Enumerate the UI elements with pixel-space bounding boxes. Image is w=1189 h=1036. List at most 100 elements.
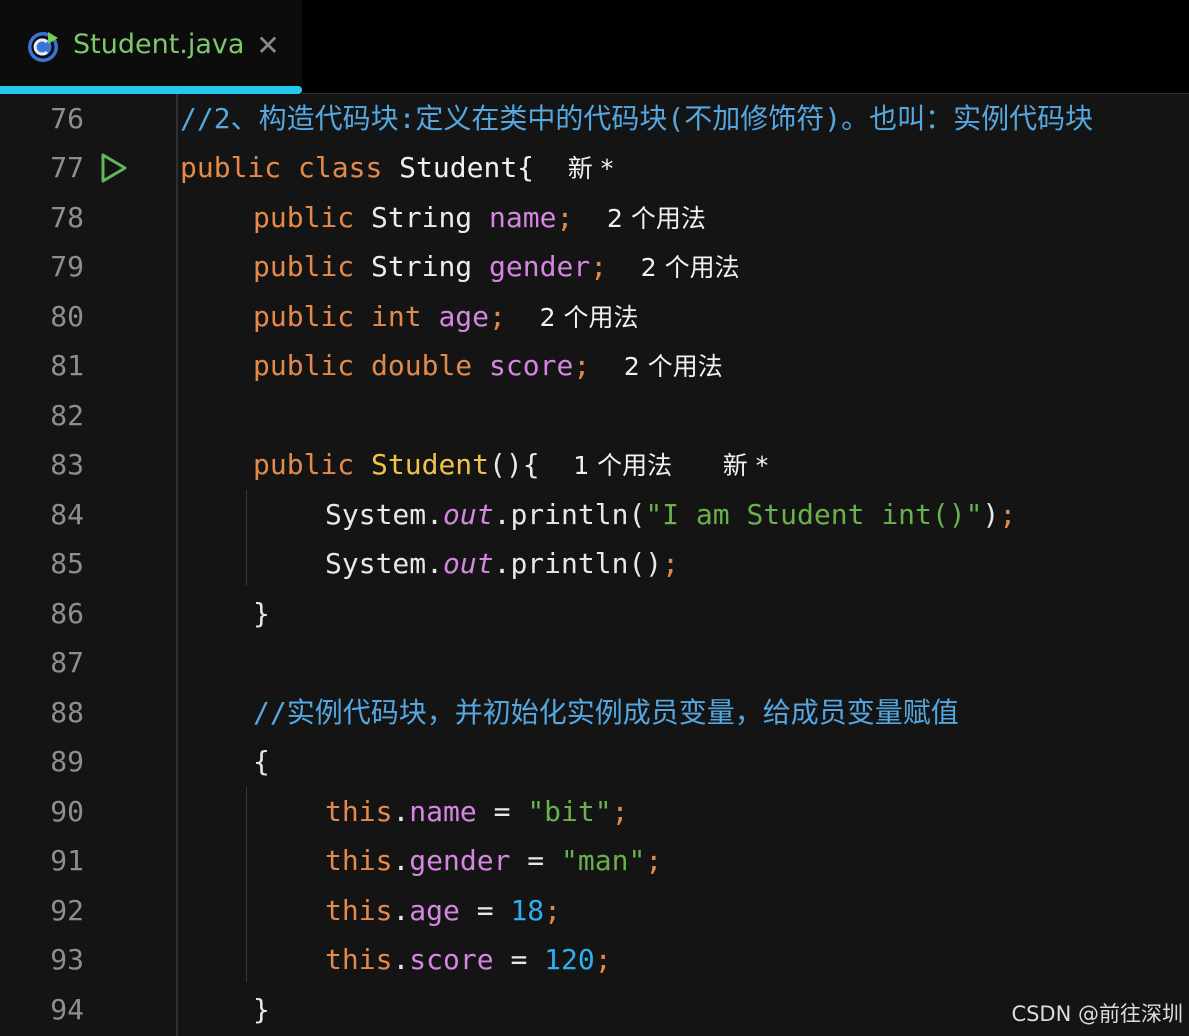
assign: = bbox=[459, 894, 511, 927]
semicolon: ; bbox=[611, 795, 629, 828]
line-number: 85 bbox=[50, 547, 84, 580]
line-number: 82 bbox=[50, 399, 84, 432]
close-paren: ) bbox=[982, 498, 1000, 531]
inlay-hint-new[interactable]: 新 * bbox=[568, 154, 613, 183]
static-field-out: out bbox=[443, 498, 494, 531]
line-number: 84 bbox=[50, 498, 84, 531]
usages-hint[interactable]: 2 个用法 bbox=[641, 253, 740, 282]
line-number: 83 bbox=[50, 448, 84, 481]
primitive-type: double bbox=[371, 349, 473, 382]
semicolon: ; bbox=[573, 349, 591, 382]
field-name: gender bbox=[409, 844, 511, 877]
code-line-83[interactable]: public Student(){ 1 个用法 新 * bbox=[253, 440, 768, 490]
tab-title: Student.java bbox=[73, 29, 245, 60]
string-literal: "bit" bbox=[527, 795, 612, 828]
code-line-93[interactable]: this.score = 120; bbox=[325, 935, 612, 985]
gutter-divider bbox=[176, 94, 178, 1036]
method-call: .println() bbox=[493, 547, 663, 580]
code-line-85[interactable]: System.out.println(); bbox=[325, 539, 679, 589]
dot: . bbox=[392, 943, 410, 976]
code-line-86[interactable]: } bbox=[253, 589, 270, 639]
line-number: 77 bbox=[50, 151, 84, 184]
line-number: 94 bbox=[50, 993, 84, 1026]
usages-hint[interactable]: 2 个用法 bbox=[624, 352, 723, 381]
usages-hint[interactable]: 2 个用法 bbox=[540, 303, 639, 332]
line-number: 76 bbox=[50, 102, 84, 135]
code-line-92[interactable]: this.age = 18; bbox=[325, 886, 561, 936]
field-name: age bbox=[409, 894, 460, 927]
comment: //2、构造代码块:定义在类中的代码块(不加修饰符)。也叫：实例代码块 bbox=[180, 102, 1094, 135]
dot: . bbox=[392, 844, 410, 877]
closing-brace: } bbox=[253, 993, 270, 1026]
line-number: 90 bbox=[50, 795, 84, 828]
keyword: public bbox=[253, 250, 355, 283]
field-name: name bbox=[409, 795, 477, 828]
this-keyword: this bbox=[325, 894, 393, 927]
code-line-77[interactable]: public class Student{ 新 * bbox=[180, 143, 613, 193]
field-name: gender bbox=[489, 250, 591, 283]
code-line-94[interactable]: } bbox=[253, 985, 270, 1035]
semicolon: ; bbox=[556, 201, 574, 234]
line-number: 80 bbox=[50, 300, 84, 333]
line-number: 92 bbox=[50, 894, 84, 927]
tab-student-java[interactable]: Student.java ✕ bbox=[0, 0, 302, 94]
keyword: class bbox=[298, 151, 383, 184]
assign: = bbox=[510, 844, 562, 877]
field-name: score bbox=[489, 349, 574, 382]
system-ref: System. bbox=[325, 498, 444, 531]
field-name: score bbox=[409, 943, 494, 976]
keyword: public bbox=[253, 201, 355, 234]
line-number: 78 bbox=[50, 201, 84, 234]
code-line-81[interactable]: public double score; 2 个用法 bbox=[253, 341, 723, 391]
closing-brace: } bbox=[253, 597, 270, 630]
constructor-name: Student bbox=[371, 448, 490, 481]
usages-hint[interactable]: 1 个用法 bbox=[573, 451, 672, 480]
line-number: 81 bbox=[50, 349, 84, 382]
string-literal: "man" bbox=[561, 844, 646, 877]
close-icon[interactable]: ✕ bbox=[255, 30, 281, 62]
run-gutter-icon[interactable] bbox=[98, 151, 130, 185]
semicolon: ; bbox=[645, 844, 663, 877]
indent-guide bbox=[246, 787, 247, 982]
line-number: 86 bbox=[50, 597, 84, 630]
this-keyword: this bbox=[325, 795, 393, 828]
code-line-84[interactable]: System.out.println("I am Student int()")… bbox=[325, 490, 1016, 540]
code-line-90[interactable]: this.name = "bit"; bbox=[325, 787, 628, 837]
keyword: public bbox=[180, 151, 282, 184]
dot: . bbox=[392, 795, 410, 828]
assign: = bbox=[476, 795, 528, 828]
code-line-76[interactable]: //2、构造代码块:定义在类中的代码块(不加修饰符)。也叫：实例代码块 bbox=[180, 94, 1093, 144]
semicolon: ; bbox=[662, 547, 680, 580]
usages-hint[interactable]: 2 个用法 bbox=[607, 204, 706, 233]
code-line-91[interactable]: this.gender = "man"; bbox=[325, 836, 662, 886]
static-field-out: out bbox=[443, 547, 494, 580]
parens-brace: (){ bbox=[489, 448, 540, 481]
watermark: CSDN @前往深圳 bbox=[1011, 1002, 1183, 1026]
primitive-type: int bbox=[371, 300, 422, 333]
line-number: 87 bbox=[50, 646, 84, 679]
java-class-icon bbox=[28, 32, 58, 62]
semicolon: ; bbox=[594, 943, 612, 976]
this-keyword: this bbox=[325, 844, 393, 877]
keyword: public bbox=[253, 448, 355, 481]
line-number: 89 bbox=[50, 745, 84, 778]
code-line-78[interactable]: public String name; 2 个用法 bbox=[253, 193, 706, 243]
opening-brace: { bbox=[253, 745, 270, 778]
number-literal: 120 bbox=[544, 943, 595, 976]
indent-guide bbox=[246, 490, 247, 586]
dot: . bbox=[392, 894, 410, 927]
code-line-88[interactable]: //实例代码块，并初始化实例成员变量，给成员变量赋值 bbox=[253, 688, 959, 738]
line-number: 79 bbox=[50, 250, 84, 283]
this-keyword: this bbox=[325, 943, 393, 976]
inlay-hint-new[interactable]: 新 * bbox=[723, 451, 768, 480]
keyword: public bbox=[253, 300, 355, 333]
code-line-79[interactable]: public String gender; 2 个用法 bbox=[253, 242, 740, 292]
method-call: .println( bbox=[493, 498, 646, 531]
class-name: Student{ bbox=[399, 151, 535, 184]
keyword: public bbox=[253, 349, 355, 382]
field-name: name bbox=[489, 201, 557, 234]
semicolon: ; bbox=[999, 498, 1017, 531]
comment: //实例代码块，并初始化实例成员变量，给成员变量赋值 bbox=[253, 696, 959, 729]
code-line-80[interactable]: public int age; 2 个用法 bbox=[253, 292, 638, 342]
code-line-89[interactable]: { bbox=[253, 737, 270, 787]
